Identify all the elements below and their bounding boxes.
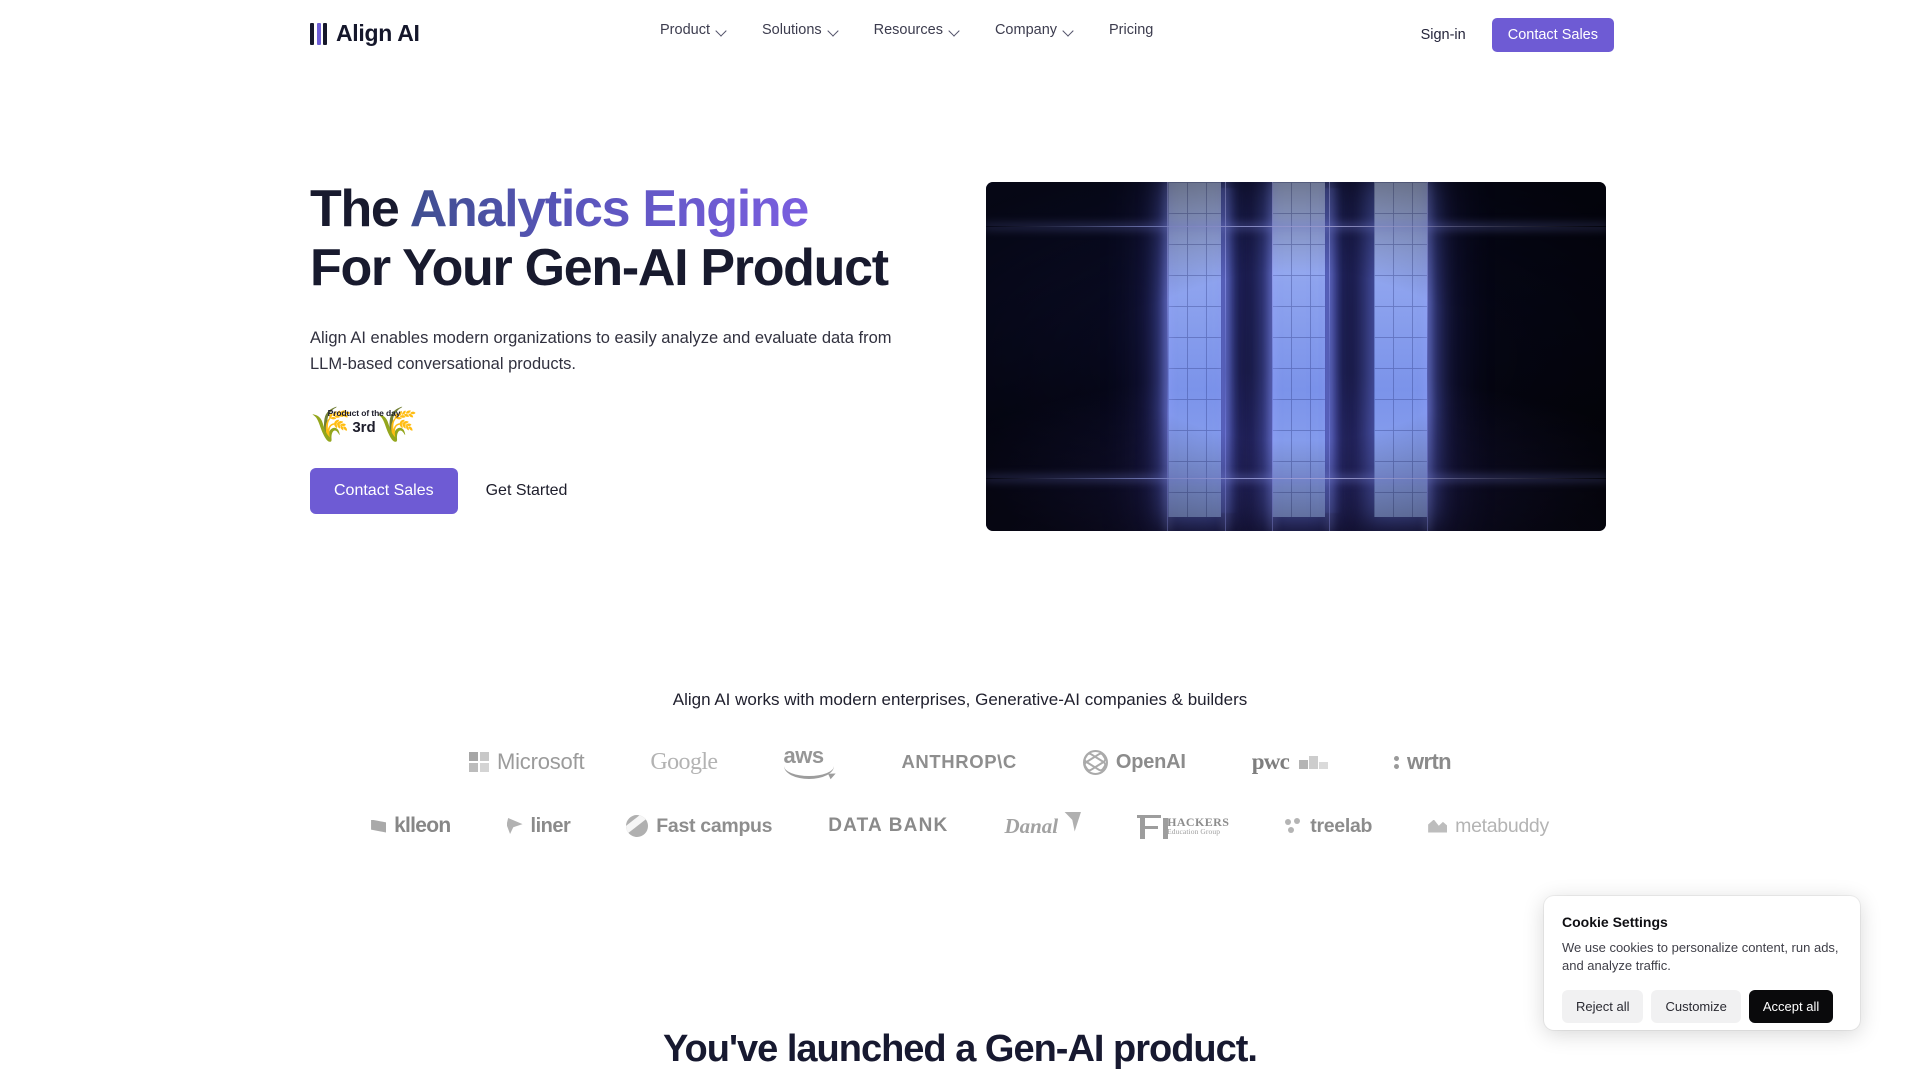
openai-spiral-icon [1082,749,1108,775]
logo-aws-label: aws [783,743,824,768]
logo-pwc-label: pwc [1251,749,1290,774]
contact-sales-button-hero[interactable]: Contact Sales [310,467,458,514]
logo-microsoft: Microsoft [468,742,585,782]
treelab-dots-icon [1285,817,1302,835]
logo-google: Google [650,742,718,782]
landing-page: Align AI Product Solutions Resources Com… [0,0,1920,1080]
logo-metabuddy-label: metabuddy [1455,814,1549,837]
logo-liner-label: liner [530,814,571,837]
logo-metabuddy: metabuddy [1428,806,1549,846]
logo-fast-campus: Fast campus [626,806,773,846]
logo-openai-label: OpenAI [1115,750,1186,773]
headline-line-2: For Your Gen-AI Product [310,239,889,298]
logo-aws: aws [783,742,835,782]
logo-danal: Danal [1004,806,1082,846]
badge-title: Product of the day [327,407,401,418]
logo-google-label: Google [650,748,718,775]
logo-hackers-sublabel: Education Group [1167,827,1221,837]
logo-hackers: HACKERS Education Group [1137,806,1229,846]
align-ai-bars-icon [310,22,327,45]
logo-liner: liner [506,806,571,846]
customize-button[interactable]: Customize [1651,989,1741,1023]
nav-item-pricing[interactable]: Pricing [1109,22,1153,38]
nav-item-solutions-label: Solutions [761,22,822,38]
sign-in-link[interactable]: Sign-in [1421,27,1466,43]
section-heading: You've launched a Gen-AI product. [663,1028,1258,1070]
product-hunt-badge[interactable]: 🌾 🌾 Product of the day 3rd [310,404,418,446]
nav-item-company[interactable]: Company [995,22,1073,38]
cookie-banner-body: We use cookies to personalize content, r… [1562,940,1839,974]
chevron-down-icon [1064,26,1073,35]
fast-campus-mark-icon [626,815,649,837]
nav-item-solutions[interactable]: Solutions [762,22,838,38]
nav-links: Product Solutions Resources Company Pric… [660,22,1153,38]
brand-logo[interactable]: Align AI [310,20,420,47]
nav-item-product-label: Product [660,22,710,38]
hero-subtext: Align AI enables modern organizations to… [310,328,892,374]
headline-accent: Analytics Engine [409,180,810,238]
logo-fast-campus-label: Fast campus [656,814,773,837]
logo-cloud-caption: Align AI works with modern enterprises, … [672,690,1248,709]
hackers-gate-icon [1137,813,1169,839]
chevron-down-icon [717,26,726,35]
nav-item-resources-label: Resources [873,22,943,38]
nav-actions: Sign-in Contact Sales [1421,18,1614,52]
metabuddy-mark-icon [1428,819,1448,833]
cookie-settings-banner: Cookie Settings We use cookies to person… [1544,896,1860,1030]
logo-openai: OpenAI [1082,742,1186,782]
badge-rank: 3rd [352,418,376,436]
reject-all-button[interactable]: Reject all [1562,989,1644,1023]
cookie-banner-actions: Reject all Customize Accept all [1562,989,1842,1023]
hero-content: The Analytics Engine For Your Gen-AI Pro… [310,180,950,514]
wrtn-dots-icon [1393,755,1399,769]
cookie-banner-title: Cookie Settings [1562,914,1668,930]
danal-swoosh-icon [1064,811,1082,832]
brand-logo-text: Align AI [336,20,420,46]
hero-cta-group: Contact Sales Get Started [310,467,950,514]
logo-cloud-row-1: Microsoft Google aws ANTHROP\C OpenAI pw… [0,742,1920,782]
logo-treelab-label: treelab [1310,814,1373,837]
logo-treelab: treelab [1285,806,1372,846]
logo-wrtn: wrtn [1393,742,1452,782]
nav-item-pricing-label: Pricing [1109,22,1154,38]
chevron-down-icon [950,26,959,35]
aws-swoosh-icon: aws [783,745,835,779]
accept-all-button[interactable]: Accept all [1748,989,1834,1023]
page-title: The Analytics Engine For Your Gen-AI Pro… [310,180,950,299]
get-started-button[interactable]: Get Started [470,468,584,514]
nav-item-resources[interactable]: Resources [874,22,959,38]
liner-mark-icon [506,818,523,834]
chevron-down-icon [829,26,838,35]
nav-item-company-label: Company [994,22,1058,38]
contact-sales-button-nav[interactable]: Contact Sales [1491,18,1614,52]
logo-wrtn-label: wrtn [1406,749,1452,774]
logo-anthropic: ANTHROP\C [901,742,1016,782]
logo-pwc: pwc [1252,742,1328,782]
logo-data-bank-label: DATA BANK [828,815,949,836]
logo-danal-label: Danal [1004,813,1059,838]
logo-klleon: klleon [371,806,451,846]
logo-cloud-row-2: klleon liner Fast campus DATA BANK Danal… [0,806,1920,846]
logo-data-bank: DATA BANK [828,806,948,846]
nav-item-product[interactable]: Product [660,22,726,38]
logo-anthropic-label: ANTHROP\C [901,751,1017,772]
microsoft-squares-icon [468,752,489,772]
klleon-mark-icon [371,819,387,833]
pwc-blocks-icon [1298,755,1328,769]
vignette-overlay [986,182,1606,531]
top-navigation-bar: Align AI Product Solutions Resources Com… [0,0,1920,74]
hero-illustration [986,182,1606,531]
logo-hackers-text: HACKERS Education Group [1167,816,1229,836]
logo-microsoft-label: Microsoft [496,749,585,774]
headline-part-1: The [310,180,410,238]
logo-klleon-label: klleon [394,814,451,837]
